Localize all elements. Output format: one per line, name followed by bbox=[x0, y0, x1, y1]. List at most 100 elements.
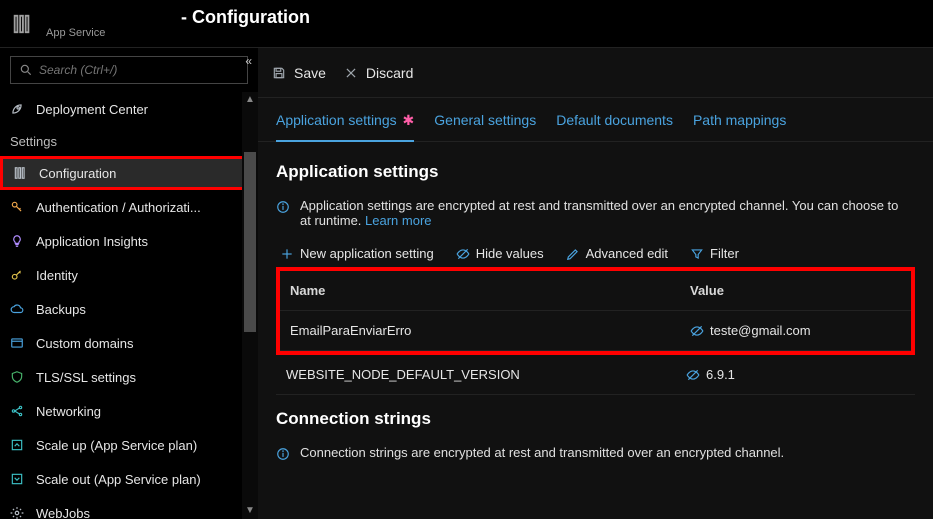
sidebar-item-label: Configuration bbox=[39, 166, 116, 181]
scale-up-icon bbox=[10, 438, 26, 452]
new-setting-button[interactable]: New application setting bbox=[280, 246, 434, 261]
new-setting-label: New application setting bbox=[300, 246, 434, 261]
setting-value: 6.9.1 bbox=[676, 367, 915, 382]
sidebar-scrollbar[interactable]: ▲ ▼ bbox=[242, 92, 258, 519]
sidebar-item-networking[interactable]: Networking bbox=[0, 394, 242, 428]
command-bar: Save Discard bbox=[258, 48, 933, 98]
hide-values-button[interactable]: Hide values bbox=[456, 246, 544, 261]
col-header-value: Value bbox=[680, 283, 911, 298]
setting-name: WEBSITE_NODE_DEFAULT_VERSION bbox=[276, 367, 676, 382]
setting-value: teste@gmail.com bbox=[680, 323, 911, 338]
table-header: NameValue bbox=[280, 271, 911, 311]
sidebar-item-deployment-center[interactable]: Deployment Center bbox=[0, 92, 242, 126]
filter-button[interactable]: Filter bbox=[690, 246, 739, 261]
edit-icon bbox=[566, 247, 580, 261]
sidebar-item-scale-up-app-service-plan[interactable]: Scale up (App Service plan) bbox=[0, 428, 242, 462]
scale-out-icon bbox=[10, 472, 26, 486]
app-settings-info: Application settings are encrypted at re… bbox=[276, 198, 915, 228]
sidebar-item-label: Authentication / Authorizati... bbox=[36, 200, 201, 215]
sidebar: « Deployment Center Settings Configuration… bbox=[0, 48, 258, 519]
app-settings-heading: Application settings bbox=[276, 162, 915, 182]
tab-general-settings[interactable]: General settings bbox=[434, 108, 536, 133]
discard-label: Discard bbox=[366, 65, 413, 81]
sidebar-item-application-insights[interactable]: Application Insights bbox=[0, 224, 242, 258]
setting-name: EmailParaEnviarErro bbox=[280, 323, 680, 338]
sidebar-item-webjobs[interactable]: WebJobs bbox=[0, 496, 242, 519]
conn-strings-heading: Connection strings bbox=[276, 409, 915, 429]
advanced-edit-label: Advanced edit bbox=[586, 246, 668, 261]
key-orange-icon bbox=[10, 200, 26, 214]
scroll-up-icon[interactable]: ▲ bbox=[242, 92, 258, 108]
sidebar-item-custom-domains[interactable]: Custom domains bbox=[0, 326, 242, 360]
info-text-b: at runtime. bbox=[300, 213, 365, 228]
settings-action-bar: New application setting Hide values Adva… bbox=[276, 246, 915, 261]
tab-path-mappings[interactable]: Path mappings bbox=[693, 108, 786, 133]
save-button[interactable]: Save bbox=[272, 65, 326, 81]
col-header-name: Name bbox=[280, 283, 680, 298]
save-label: Save bbox=[294, 65, 326, 81]
info-icon bbox=[276, 447, 292, 461]
hide-values-label: Hide values bbox=[476, 246, 544, 261]
sidebar-item-configuration[interactable]: Configuration bbox=[0, 156, 242, 190]
main-panel: Save Discard Application settings ✱ Gener… bbox=[258, 48, 933, 519]
rocket-icon bbox=[10, 102, 26, 116]
page-title: - Configuration bbox=[46, 8, 310, 28]
advanced-edit-button[interactable]: Advanced edit bbox=[566, 246, 668, 261]
hide-icon bbox=[456, 247, 470, 261]
search-icon bbox=[19, 63, 33, 77]
tab-strip: Application settings ✱ General settings De… bbox=[258, 98, 933, 142]
highlighted-rows: NameValueEmailParaEnviarErroteste@gmail.… bbox=[276, 267, 915, 355]
save-icon bbox=[272, 66, 286, 80]
bulb-icon bbox=[10, 234, 26, 248]
tab-application-settings[interactable]: Application settings ✱ bbox=[276, 108, 414, 133]
hidden-value-icon bbox=[686, 368, 700, 382]
search-input[interactable] bbox=[39, 63, 239, 77]
tab-default-documents[interactable]: Default documents bbox=[556, 108, 673, 133]
sidebar-item-label: Backups bbox=[36, 302, 86, 317]
sidebar-item-label: Application Insights bbox=[36, 234, 148, 249]
table-row[interactable]: WEBSITE_NODE_DEFAULT_VERSION6.9.1 bbox=[276, 355, 915, 395]
globe-icon bbox=[10, 336, 26, 350]
sidebar-item-label: TLS/SSL settings bbox=[36, 370, 136, 385]
key-yellow-icon bbox=[10, 268, 26, 282]
sidebar-item-label: Identity bbox=[36, 268, 78, 283]
dirty-indicator-icon: ✱ bbox=[399, 112, 415, 128]
filter-label: Filter bbox=[710, 246, 739, 261]
cloud-icon bbox=[10, 302, 26, 316]
sidebar-search[interactable] bbox=[10, 56, 248, 84]
sidebar-item-authentication-authorizati[interactable]: Authentication / Authorizati... bbox=[0, 190, 242, 224]
sidebar-item-scale-out-app-service-plan[interactable]: Scale out (App Service plan) bbox=[0, 462, 242, 496]
page-header: - Configuration App Service bbox=[0, 0, 933, 48]
page-subtitle: App Service bbox=[46, 27, 310, 39]
info-icon bbox=[276, 200, 292, 214]
sidebar-item-identity[interactable]: Identity bbox=[0, 258, 242, 292]
sidebar-item-label: WebJobs bbox=[36, 506, 90, 519]
collapse-sidebar-button[interactable]: « bbox=[245, 54, 252, 68]
scroll-down-icon[interactable]: ▼ bbox=[242, 503, 258, 519]
sidebar-item-label: Scale out (App Service plan) bbox=[36, 472, 201, 487]
sidebar-item-backups[interactable]: Backups bbox=[0, 292, 242, 326]
sidebar-nav: Deployment Center Settings Configuration Au… bbox=[0, 92, 242, 519]
plus-icon bbox=[280, 247, 294, 261]
shield-icon bbox=[10, 370, 26, 384]
sliders-icon bbox=[13, 166, 29, 180]
scrollbar-thumb[interactable] bbox=[244, 152, 256, 332]
sidebar-item-label: Scale up (App Service plan) bbox=[36, 438, 197, 453]
app-settings-table: NameValueEmailParaEnviarErroteste@gmail.… bbox=[276, 267, 915, 395]
learn-more-link[interactable]: Learn more bbox=[365, 213, 431, 228]
network-icon bbox=[10, 404, 26, 418]
discard-button[interactable]: Discard bbox=[344, 65, 413, 81]
table-row[interactable]: EmailParaEnviarErroteste@gmail.com bbox=[280, 311, 911, 351]
app-service-icon bbox=[10, 12, 34, 36]
hidden-value-icon bbox=[690, 324, 704, 338]
conn-info-text: Connection strings are encrypted at rest… bbox=[300, 445, 784, 460]
discard-icon bbox=[344, 66, 358, 80]
info-text-a: Application settings are encrypted at re… bbox=[300, 198, 898, 213]
sidebar-item-label: Deployment Center bbox=[36, 102, 148, 117]
sidebar-item-label: Custom domains bbox=[36, 336, 134, 351]
filter-icon bbox=[690, 247, 704, 261]
sidebar-section-label: Settings bbox=[0, 126, 242, 156]
sidebar-item-tls-ssl-settings[interactable]: TLS/SSL settings bbox=[0, 360, 242, 394]
gear-icon bbox=[10, 506, 26, 519]
conn-strings-info: Connection strings are encrypted at rest… bbox=[276, 445, 915, 461]
